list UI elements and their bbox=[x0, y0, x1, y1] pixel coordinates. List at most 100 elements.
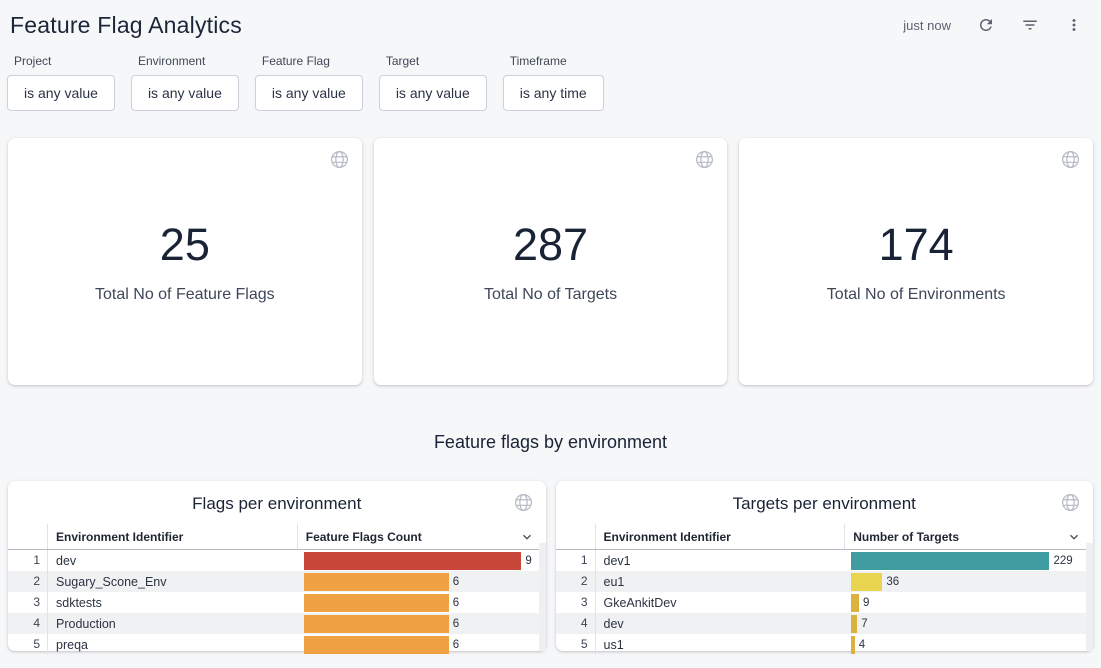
table-row: 1 dev1 229 bbox=[556, 550, 1094, 571]
filter-group-environment: Environment is any value bbox=[131, 54, 239, 111]
filter-value-button-environment[interactable]: is any value bbox=[131, 75, 239, 111]
table-title: Flags per environment bbox=[8, 486, 546, 524]
filter-group-project: Project is any value bbox=[7, 54, 115, 111]
env-name-cell: eu1 bbox=[596, 575, 845, 589]
filter-bar: Project is any value Environment is any … bbox=[0, 42, 1101, 111]
bar-cell: 6 bbox=[297, 571, 546, 592]
table-scrollbar[interactable] bbox=[539, 543, 546, 651]
bar-cell: 9 bbox=[297, 550, 546, 571]
bar-value: 4 bbox=[859, 639, 865, 651]
kpi-value: 174 bbox=[879, 219, 954, 271]
kpi-card-feature-flags: 25 Total No of Feature Flags bbox=[8, 138, 362, 385]
timezone-globe-icon[interactable] bbox=[694, 149, 715, 170]
bar-cell: 36 bbox=[844, 571, 1093, 592]
bar-value: 6 bbox=[453, 597, 459, 609]
kpi-label: Total No of Feature Flags bbox=[95, 286, 275, 304]
table-title: Targets per environment bbox=[556, 486, 1094, 524]
bar-cell: 6 bbox=[297, 613, 546, 634]
filter-value-button-feature-flag[interactable]: is any value bbox=[255, 75, 363, 111]
section-title: Feature flags by environment bbox=[0, 432, 1101, 453]
env-name-cell: dev1 bbox=[596, 554, 845, 568]
row-index: 5 bbox=[556, 634, 596, 655]
table-row: 4 dev 7 bbox=[556, 613, 1094, 634]
column-header-environment-identifier[interactable]: Environment Identifier bbox=[596, 524, 845, 549]
header-controls: just now bbox=[903, 16, 1083, 34]
env-name-cell: dev bbox=[596, 617, 845, 631]
bar-cell: 4 bbox=[844, 634, 1093, 655]
more-options-icon[interactable] bbox=[1065, 16, 1083, 34]
bar-cell: 9 bbox=[844, 592, 1093, 613]
env-name-cell: Production bbox=[48, 617, 297, 631]
bar-value: 6 bbox=[453, 639, 459, 651]
kpi-label: Total No of Targets bbox=[484, 286, 617, 304]
column-header-feature-flags-count[interactable]: Feature Flags Count bbox=[297, 524, 546, 549]
column-header-number-of-targets[interactable]: Number of Targets bbox=[844, 524, 1093, 549]
bar bbox=[304, 636, 449, 654]
kpi-value: 287 bbox=[513, 219, 588, 271]
bar bbox=[304, 552, 522, 570]
bar bbox=[304, 594, 449, 612]
filter-label: Project bbox=[14, 54, 115, 68]
tables-row: Flags per environment Environment Identi… bbox=[8, 481, 1093, 651]
row-index: 1 bbox=[556, 550, 596, 571]
bar-value: 6 bbox=[453, 576, 459, 588]
filter-value-button-project[interactable]: is any value bbox=[7, 75, 115, 111]
row-index: 1 bbox=[8, 550, 48, 571]
table-row: 4 Production 6 bbox=[8, 613, 546, 634]
env-name-cell: us1 bbox=[596, 638, 845, 652]
bar-value: 229 bbox=[1053, 555, 1072, 567]
bar bbox=[304, 573, 449, 591]
table-scrollbar[interactable] bbox=[1086, 543, 1093, 651]
timezone-globe-icon[interactable] bbox=[329, 149, 350, 170]
row-index: 5 bbox=[8, 634, 48, 655]
page-title: Feature Flag Analytics bbox=[10, 12, 242, 39]
kpi-card-targets: 287 Total No of Targets bbox=[374, 138, 728, 385]
table-row: 5 preqa 6 bbox=[8, 634, 546, 655]
row-index: 4 bbox=[8, 613, 48, 634]
bar-value: 9 bbox=[863, 597, 869, 609]
bar bbox=[851, 573, 882, 591]
row-index: 4 bbox=[556, 613, 596, 634]
table-card-targets-per-environment: Targets per environment Environment Iden… bbox=[556, 481, 1094, 651]
env-name-cell: dev bbox=[48, 554, 297, 568]
filter-value-button-target[interactable]: is any value bbox=[379, 75, 487, 111]
env-name-cell: Sugary_Scone_Env bbox=[48, 575, 297, 589]
chevron-down-icon[interactable] bbox=[520, 530, 534, 544]
table-row: 3 sdktests 6 bbox=[8, 592, 546, 613]
bar-cell: 6 bbox=[297, 592, 546, 613]
bar-cell: 6 bbox=[297, 634, 546, 655]
filter-value-button-timeframe[interactable]: is any time bbox=[503, 75, 604, 111]
table-card-flags-per-environment: Flags per environment Environment Identi… bbox=[8, 481, 546, 651]
row-index: 3 bbox=[556, 592, 596, 613]
bar-value: 9 bbox=[525, 555, 531, 567]
column-header-label: Feature Flags Count bbox=[306, 530, 422, 544]
filter-label: Target bbox=[386, 54, 487, 68]
bar bbox=[304, 615, 449, 633]
filter-label: Feature Flag bbox=[262, 54, 363, 68]
chevron-down-icon[interactable] bbox=[1067, 530, 1081, 544]
filter-label: Environment bbox=[138, 54, 239, 68]
table-row: 1 dev 9 bbox=[8, 550, 546, 571]
kpi-value: 25 bbox=[160, 219, 210, 271]
filter-icon[interactable] bbox=[1021, 16, 1039, 34]
dashboard-header: Feature Flag Analytics just now bbox=[0, 0, 1101, 42]
timezone-globe-icon[interactable] bbox=[1060, 149, 1081, 170]
timezone-globe-icon[interactable] bbox=[513, 492, 534, 513]
bar bbox=[851, 552, 1049, 570]
refresh-icon[interactable] bbox=[977, 16, 995, 34]
bar bbox=[851, 636, 854, 654]
table-body: 1 dev 9 2 Sugary_Scone_Env 6 3 sdktests bbox=[8, 550, 546, 655]
bar-cell: 7 bbox=[844, 613, 1093, 634]
bar-value: 36 bbox=[886, 576, 899, 588]
table-header: Environment Identifier Number of Targets bbox=[556, 524, 1094, 550]
bar bbox=[851, 594, 859, 612]
bar bbox=[851, 615, 857, 633]
column-header-environment-identifier[interactable]: Environment Identifier bbox=[48, 524, 297, 549]
table-row: 2 Sugary_Scone_Env 6 bbox=[8, 571, 546, 592]
kpi-label: Total No of Environments bbox=[827, 286, 1006, 304]
table-header: Environment Identifier Feature Flags Cou… bbox=[8, 524, 546, 550]
timezone-globe-icon[interactable] bbox=[1060, 492, 1081, 513]
bar-cell: 229 bbox=[844, 550, 1093, 571]
kpi-card-environments: 174 Total No of Environments bbox=[739, 138, 1093, 385]
row-index: 3 bbox=[8, 592, 48, 613]
